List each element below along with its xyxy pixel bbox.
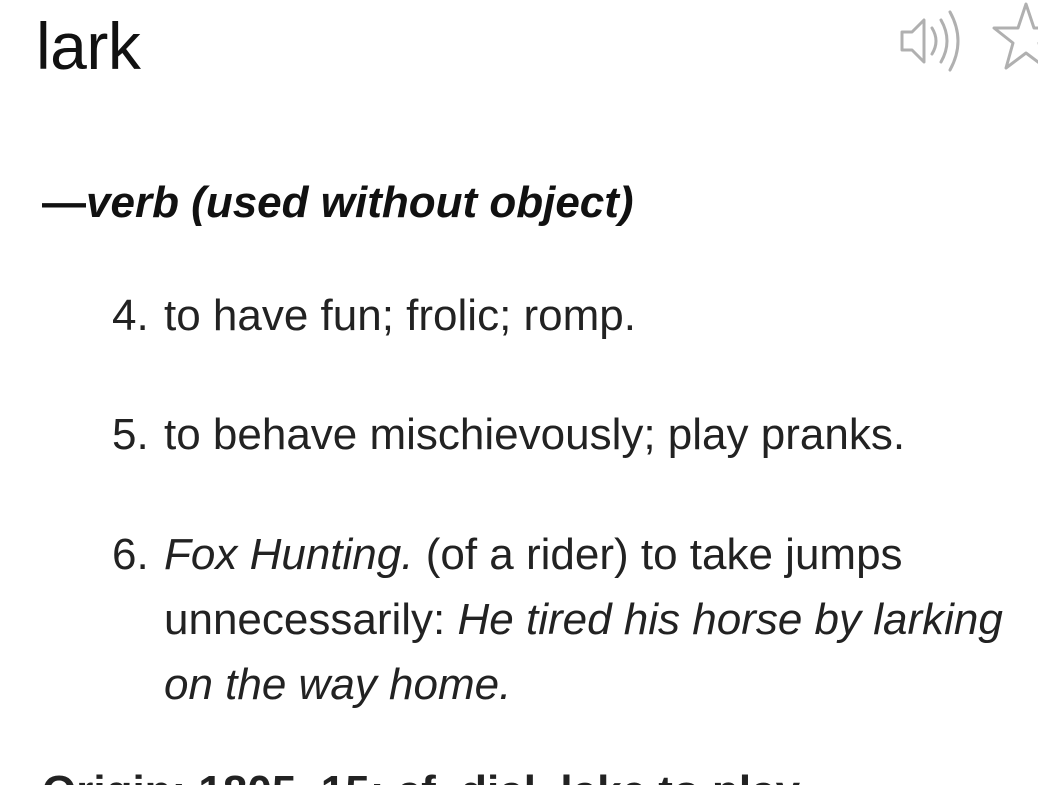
definition-number: 6. [112,530,149,579]
next-section-tail: Origin: 1805–15; cf. dial. lake to play [42,768,942,785]
word-title: lark [36,9,141,83]
word-header: lark [0,0,1038,84]
speaker-volume-icon [900,10,960,72]
definition-item: 4. to have fun; frolic; romp. [112,283,1012,348]
pos-label: verb (used without object) [86,178,634,227]
definition-number: 4. [112,291,149,340]
definition-text: to have fun; frolic; romp. [164,291,636,340]
definition-item: 5. to behave mischievously; play pranks. [112,402,1012,467]
definition-content[interactable]: lark. —verb (used without object) 4. to … [0,0,1038,785]
star-outline-icon [992,2,1038,70]
usage-label: Fox Hunting. [164,530,414,579]
favorite-star-button[interactable] [990,0,1038,80]
definition-text: to behave mischievously; play pranks. [164,410,906,459]
pronunciation-audio-button[interactable] [896,6,968,76]
definition-number: 5. [112,410,149,459]
dictionary-page: lark. —verb (used without object) 4. to … [0,0,1038,785]
definition-item: 6. Fox Hunting. (of a rider) to take jum… [112,522,1012,717]
part-of-speech-heading: —verb (used without object) [42,178,634,228]
pos-dash: — [42,178,86,227]
definition-text: Fox Hunting. (of a rider) to take jumps … [164,522,1012,717]
